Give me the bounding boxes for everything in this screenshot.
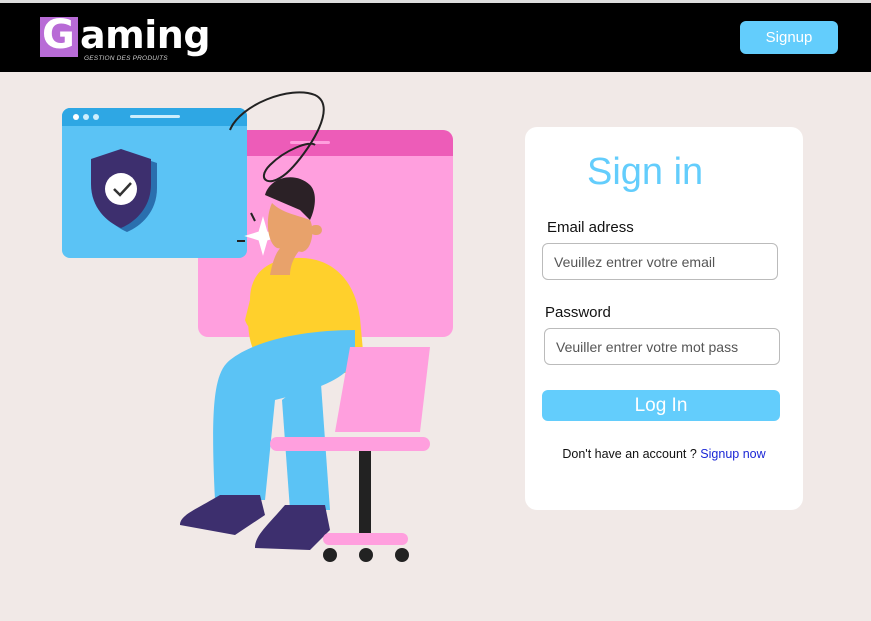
top-navbar: G aming GESTION DES PRODUITS Signup xyxy=(0,0,871,72)
signin-title: Sign in xyxy=(587,151,704,193)
email-label: Email adress xyxy=(547,219,634,236)
no-account-text: Don't have an account ? xyxy=(562,447,697,461)
signup-now-link[interactable]: Signup now xyxy=(700,447,765,461)
password-input[interactable] xyxy=(544,328,780,365)
login-button[interactable]: Log In xyxy=(542,390,780,421)
email-input[interactable] xyxy=(542,243,778,280)
signup-prompt: Don't have an account ? Signup now xyxy=(525,447,803,461)
logo-text: aming xyxy=(80,13,211,57)
password-label: Password xyxy=(545,304,611,321)
gaming-logo[interactable]: G aming GESTION DES PRODUITS xyxy=(40,12,211,65)
signup-button[interactable]: Signup xyxy=(740,21,838,54)
security-illustration xyxy=(62,91,453,562)
signin-card: Sign in Email adress Password Log In Don… xyxy=(525,127,803,510)
logo-letter: G xyxy=(42,12,75,58)
logo-subtitle: GESTION DES PRODUITS xyxy=(84,55,168,62)
